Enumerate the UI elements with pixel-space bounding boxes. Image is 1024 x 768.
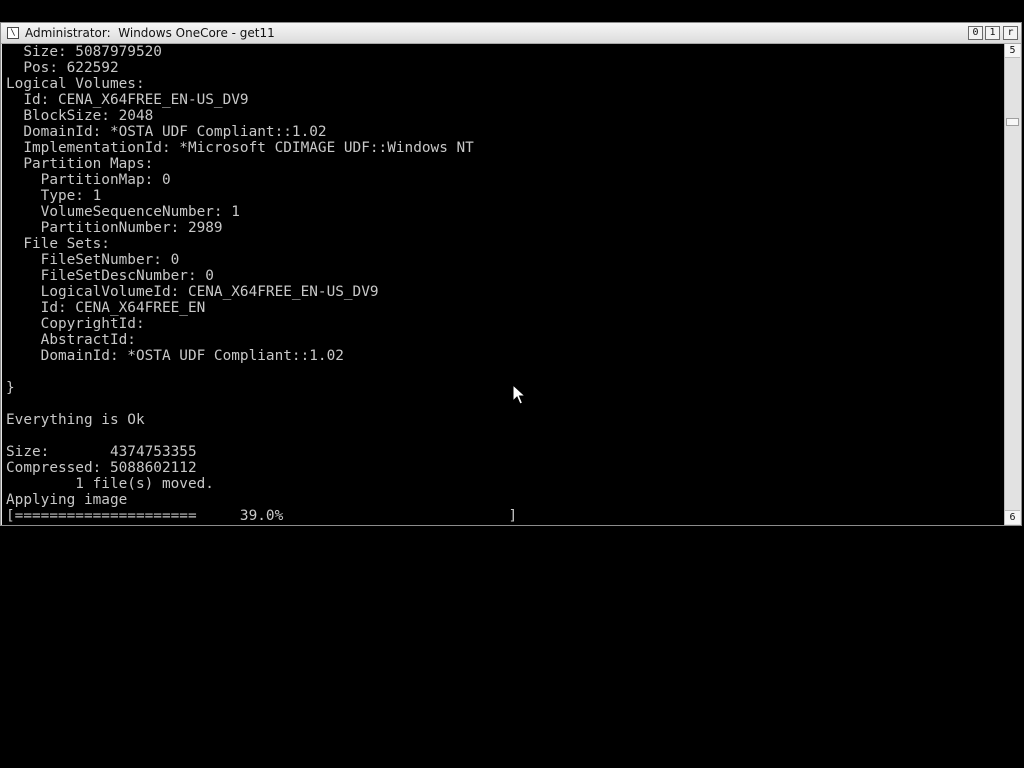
console-line: DomainId: *OSTA UDF Compliant::1.02 xyxy=(6,124,327,140)
console-line: DomainId: *OSTA UDF Compliant::1.02 xyxy=(6,348,344,364)
console-window: \ Administrator: Windows OneCore - get11… xyxy=(0,22,1022,526)
console-line: AbstractId: xyxy=(6,332,136,348)
mouse-pointer-icon xyxy=(512,384,526,405)
console-output-text: Size: 5087979520 Pos: 622592 Logical Vol… xyxy=(2,44,1004,524)
window-title: Administrator: Windows OneCore - get11 xyxy=(25,26,275,40)
title-bar[interactable]: \ Administrator: Windows OneCore - get11… xyxy=(1,23,1021,44)
vertical-scrollbar[interactable]: 5 6 xyxy=(1004,44,1020,525)
console-line: VolumeSequenceNumber: 1 xyxy=(6,204,240,220)
console-line: Id: CENA_X64FREE_EN-US_DV9 xyxy=(6,92,249,108)
scroll-thumb[interactable] xyxy=(1006,118,1019,126)
console-line: } xyxy=(6,380,15,396)
console-line: PartitionNumber: 2989 xyxy=(6,220,223,236)
console-line: [===================== 39.0% ] xyxy=(6,508,518,524)
console-app-icon[interactable]: \ xyxy=(7,27,19,39)
console-line: Partition Maps: xyxy=(6,156,154,172)
console-line: FileSetNumber: 0 xyxy=(6,252,180,268)
console-line: File Sets: xyxy=(6,236,110,252)
console-line: FileSetDescNumber: 0 xyxy=(6,268,214,284)
console-line: Size: 4374753355 xyxy=(6,444,197,460)
console-output-area[interactable]: Size: 5087979520 Pos: 622592 Logical Vol… xyxy=(2,44,1004,525)
scroll-up-arrow-icon[interactable]: 5 xyxy=(1005,44,1020,58)
console-line: Id: CENA_X64FREE_EN xyxy=(6,300,206,316)
console-line: CopyrightId: xyxy=(6,316,145,332)
console-line: Size: 5087979520 xyxy=(6,44,162,60)
minimize-button[interactable]: 0 xyxy=(968,26,983,40)
console-line: 1 file(s) moved. xyxy=(6,476,214,492)
console-line: Everything is Ok xyxy=(6,412,145,428)
console-line: Applying image xyxy=(6,492,128,508)
close-button[interactable]: r xyxy=(1003,26,1018,40)
console-line: ImplementationId: *Microsoft CDIMAGE UDF… xyxy=(6,140,474,156)
maximize-button[interactable]: 1 xyxy=(985,26,1000,40)
console-line: Type: 1 xyxy=(6,188,102,204)
console-line: BlockSize: 2048 xyxy=(6,108,154,124)
scroll-down-arrow-icon[interactable]: 6 xyxy=(1005,510,1020,524)
console-line: Logical Volumes: xyxy=(6,76,145,92)
console-line: LogicalVolumeId: CENA_X64FREE_EN-US_DV9 xyxy=(6,284,379,300)
console-line: Pos: 622592 xyxy=(6,60,119,76)
console-line: Compressed: 5088602112 xyxy=(6,460,197,476)
console-line: PartitionMap: 0 xyxy=(6,172,171,188)
